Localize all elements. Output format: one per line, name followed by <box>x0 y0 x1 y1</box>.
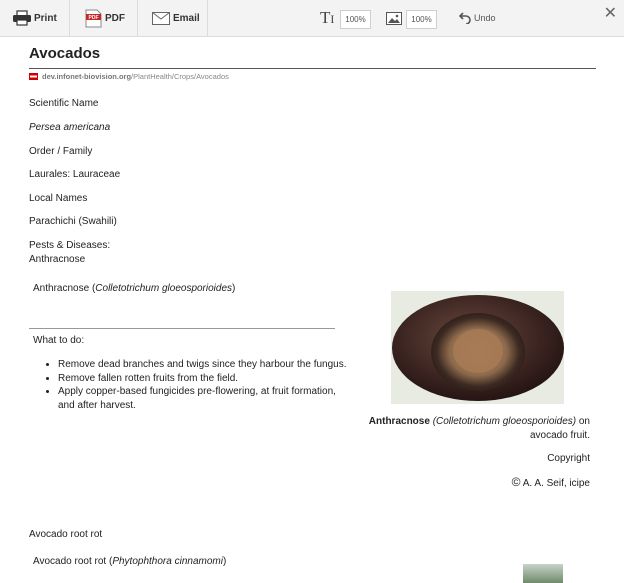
pdf-button[interactable]: PDF PDF <box>85 0 125 36</box>
image-size-button[interactable] <box>386 0 402 36</box>
image-icon <box>386 11 402 25</box>
caption-sci: (Colletotrichum gloeosporioides) <box>432 416 577 427</box>
caption-bold: Anthracnose <box>368 416 430 427</box>
root-rot-sci: Phytophthora cinnamomi <box>112 556 223 567</box>
title-divider <box>29 68 596 69</box>
print-button[interactable]: Print <box>12 0 57 36</box>
what-to-do-list: Remove dead branches and twigs since the… <box>33 358 348 412</box>
pest-anthracnose-link[interactable]: Anthracnose <box>29 254 85 265</box>
text-size-button[interactable]: TI <box>320 0 334 36</box>
envelope-icon <box>152 11 170 25</box>
anthracnose-name: Anthracnose <box>33 283 90 294</box>
undo-button[interactable]: Undo <box>459 0 496 36</box>
root-rot-heading: Avocado root rot <box>29 529 103 540</box>
undo-label: Undo <box>474 13 496 23</box>
close-icon[interactable]: ✕ <box>604 3 617 23</box>
printer-icon <box>13 10 31 26</box>
source-domain: dev.infonet-biovision.org <box>42 72 132 81</box>
copyright-icon: © <box>511 474 521 489</box>
undo-icon <box>459 12 471 24</box>
image-zoom-field[interactable]: 100% <box>406 10 437 29</box>
pdf-icon: PDF <box>85 9 102 27</box>
toolbar: Print PDF PDF Email TI 100% 100% Undo ✕ <box>0 0 624 37</box>
anthracnose-sci: Colletotrichum gloeosporioides <box>95 283 233 294</box>
pdf-icon-text: PDF <box>89 15 99 21</box>
paren-close: ) <box>232 283 236 294</box>
scientific-name-label: Scientific Name <box>29 98 99 109</box>
text-zoom-field[interactable]: 100% <box>340 10 371 29</box>
copyright-label: Copyright <box>547 453 590 464</box>
pdf-label: PDF <box>105 12 125 24</box>
text-size-icon: TI <box>320 8 335 27</box>
list-item: Remove dead branches and twigs since the… <box>58 358 348 372</box>
flag-icon <box>29 73 38 80</box>
local-names: Parachichi (Swahili) <box>29 216 117 227</box>
source-path: /PlantHealth/Crops/Avocados <box>131 72 229 81</box>
copyright-owner: A. A. Seif, icipe <box>522 477 590 489</box>
paren-close: ) <box>222 556 227 567</box>
pests-label: Pests & Diseases: <box>29 240 111 251</box>
source-link[interactable]: dev.infonet-biovision.org/PlantHealth/Cr… <box>29 72 229 81</box>
toolbar-divider <box>207 0 208 36</box>
toolbar-divider <box>137 0 138 36</box>
root-rot-photo <box>523 564 563 583</box>
print-label: Print <box>34 12 57 24</box>
list-item: Remove fallen rotten fruits from the fie… <box>58 372 348 386</box>
root-rot-subheading: Avocado root rot (Phytophthora cinnamomi… <box>33 556 226 567</box>
local-names-label: Local Names <box>29 193 88 204</box>
copyright-owner-row: © A. A. Seif, icipe <box>360 474 590 491</box>
email-button[interactable]: Email <box>152 0 200 36</box>
list-item: Apply copper-based fungicides pre-flower… <box>58 385 348 412</box>
anthracnose-photo <box>391 291 564 404</box>
scientific-name: Persea americana <box>29 122 111 133</box>
toolbar-divider <box>69 0 70 36</box>
email-label: Email <box>173 12 200 24</box>
root-rot-name: Avocado root rot <box>33 556 107 567</box>
page-title: Avocados <box>29 45 101 62</box>
anthracnose-heading: Anthracnose (Colletotrichum gloeosporioi… <box>33 283 235 294</box>
section-divider <box>29 328 335 329</box>
order-family: Laurales: Lauraceae <box>29 169 121 180</box>
what-to-do-label: What to do: <box>33 335 85 346</box>
photo-caption: Anthracnose (Colletotrichum gloeosporioi… <box>360 415 590 490</box>
order-family-label: Order / Family <box>29 146 93 157</box>
